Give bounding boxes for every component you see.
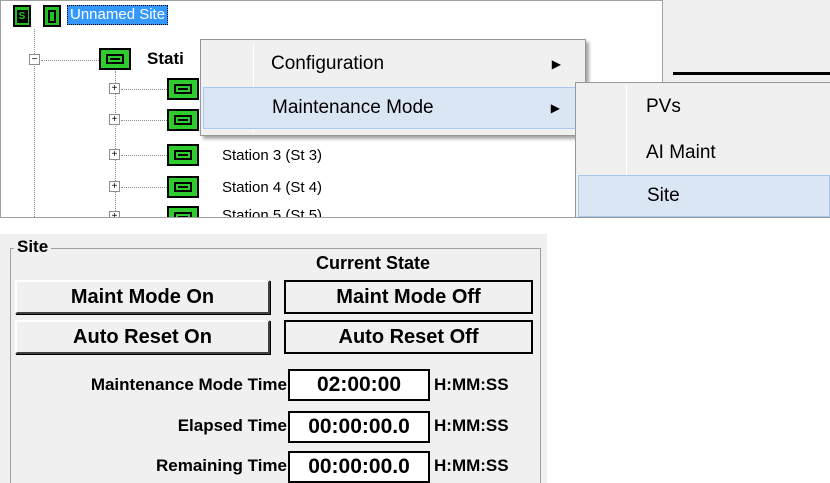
right-panel-edge xyxy=(663,0,830,85)
submenu-item-pvs[interactable]: PVs xyxy=(578,86,830,128)
submenu-arrow-icon: ▶ xyxy=(551,57,561,71)
site-node-label[interactable]: Unnamed Site xyxy=(67,5,169,25)
auto-reset-state: Auto Reset Off xyxy=(284,320,533,354)
site-group-title: Site xyxy=(14,237,52,257)
context-menu: Configuration ▶ Maintenance Mode ▶ xyxy=(200,39,586,136)
maint-mode-on-button[interactable]: Maint Mode On xyxy=(15,280,270,314)
remaining-time-label: Remaining Time xyxy=(156,456,287,475)
submenu-arrow-icon: ▶ xyxy=(550,101,560,115)
maint-mode-state: Maint Mode Off xyxy=(284,280,533,314)
remaining-time-unit: H:MM:SS xyxy=(434,456,509,475)
elapsed-time-label: Elapsed Time xyxy=(177,416,287,435)
station-5-label[interactable]: Station 5 (St 5) xyxy=(222,206,322,217)
elapsed-time-unit: H:MM:SS xyxy=(434,416,509,435)
site-node-icon: S xyxy=(13,5,31,27)
submenu-item-ai-maint[interactable]: AI Maint xyxy=(578,132,830,174)
menu-item-maintenance-mode[interactable]: Maintenance Mode ▶ xyxy=(203,87,583,129)
submenu-item-pvs-label: PVs xyxy=(646,96,681,117)
station-4-icon xyxy=(167,176,199,198)
menu-item-configuration-label: Configuration xyxy=(271,53,385,74)
site-node-status-icon xyxy=(43,5,61,27)
station-root-icon xyxy=(99,48,131,70)
station-5-icon xyxy=(167,206,199,217)
site-maintenance-panel: Site Current State Maint Mode On Maint M… xyxy=(0,234,547,483)
submenu-item-ai-maint-label: AI Maint xyxy=(646,142,716,163)
site-icon-letter: S xyxy=(16,9,28,23)
station-4-label[interactable]: Station 4 (St 4) xyxy=(222,178,322,198)
menu-item-maintenance-mode-label: Maintenance Mode xyxy=(272,97,434,118)
maintenance-submenu: PVs AI Maint Site xyxy=(575,82,830,218)
expand-station-5-icon[interactable]: + xyxy=(109,211,120,217)
submenu-item-site[interactable]: Site xyxy=(578,175,830,217)
expand-station-1-icon[interactable]: + xyxy=(109,83,120,94)
submenu-item-site-label: Site xyxy=(647,185,680,206)
remaining-time-value: 00:00:00.0 xyxy=(288,451,430,483)
divider-line xyxy=(673,72,830,75)
expand-station-3-icon[interactable]: + xyxy=(109,149,120,160)
station-1-icon xyxy=(167,78,199,100)
elapsed-time-value: 00:00:00.0 xyxy=(288,411,430,443)
auto-reset-on-button[interactable]: Auto Reset On xyxy=(15,320,270,354)
maintenance-mode-time-unit: H:MM:SS xyxy=(434,375,509,394)
maintenance-mode-time-label: Maintenance Mode Time xyxy=(90,375,287,394)
station-3-icon xyxy=(167,144,199,166)
station-3-label[interactable]: Station 3 (St 3) xyxy=(222,146,322,166)
menu-item-configuration[interactable]: Configuration ▶ xyxy=(203,43,583,85)
collapse-station-root-icon[interactable]: − xyxy=(29,54,40,65)
station-root-label[interactable]: Stati xyxy=(147,49,184,69)
expand-station-4-icon[interactable]: + xyxy=(109,181,120,192)
current-state-header: Current State xyxy=(316,253,431,273)
station-2-icon xyxy=(167,109,199,131)
maintenance-mode-time-input[interactable]: 02:00:00 xyxy=(288,369,430,401)
expand-station-2-icon[interactable]: + xyxy=(109,114,120,125)
